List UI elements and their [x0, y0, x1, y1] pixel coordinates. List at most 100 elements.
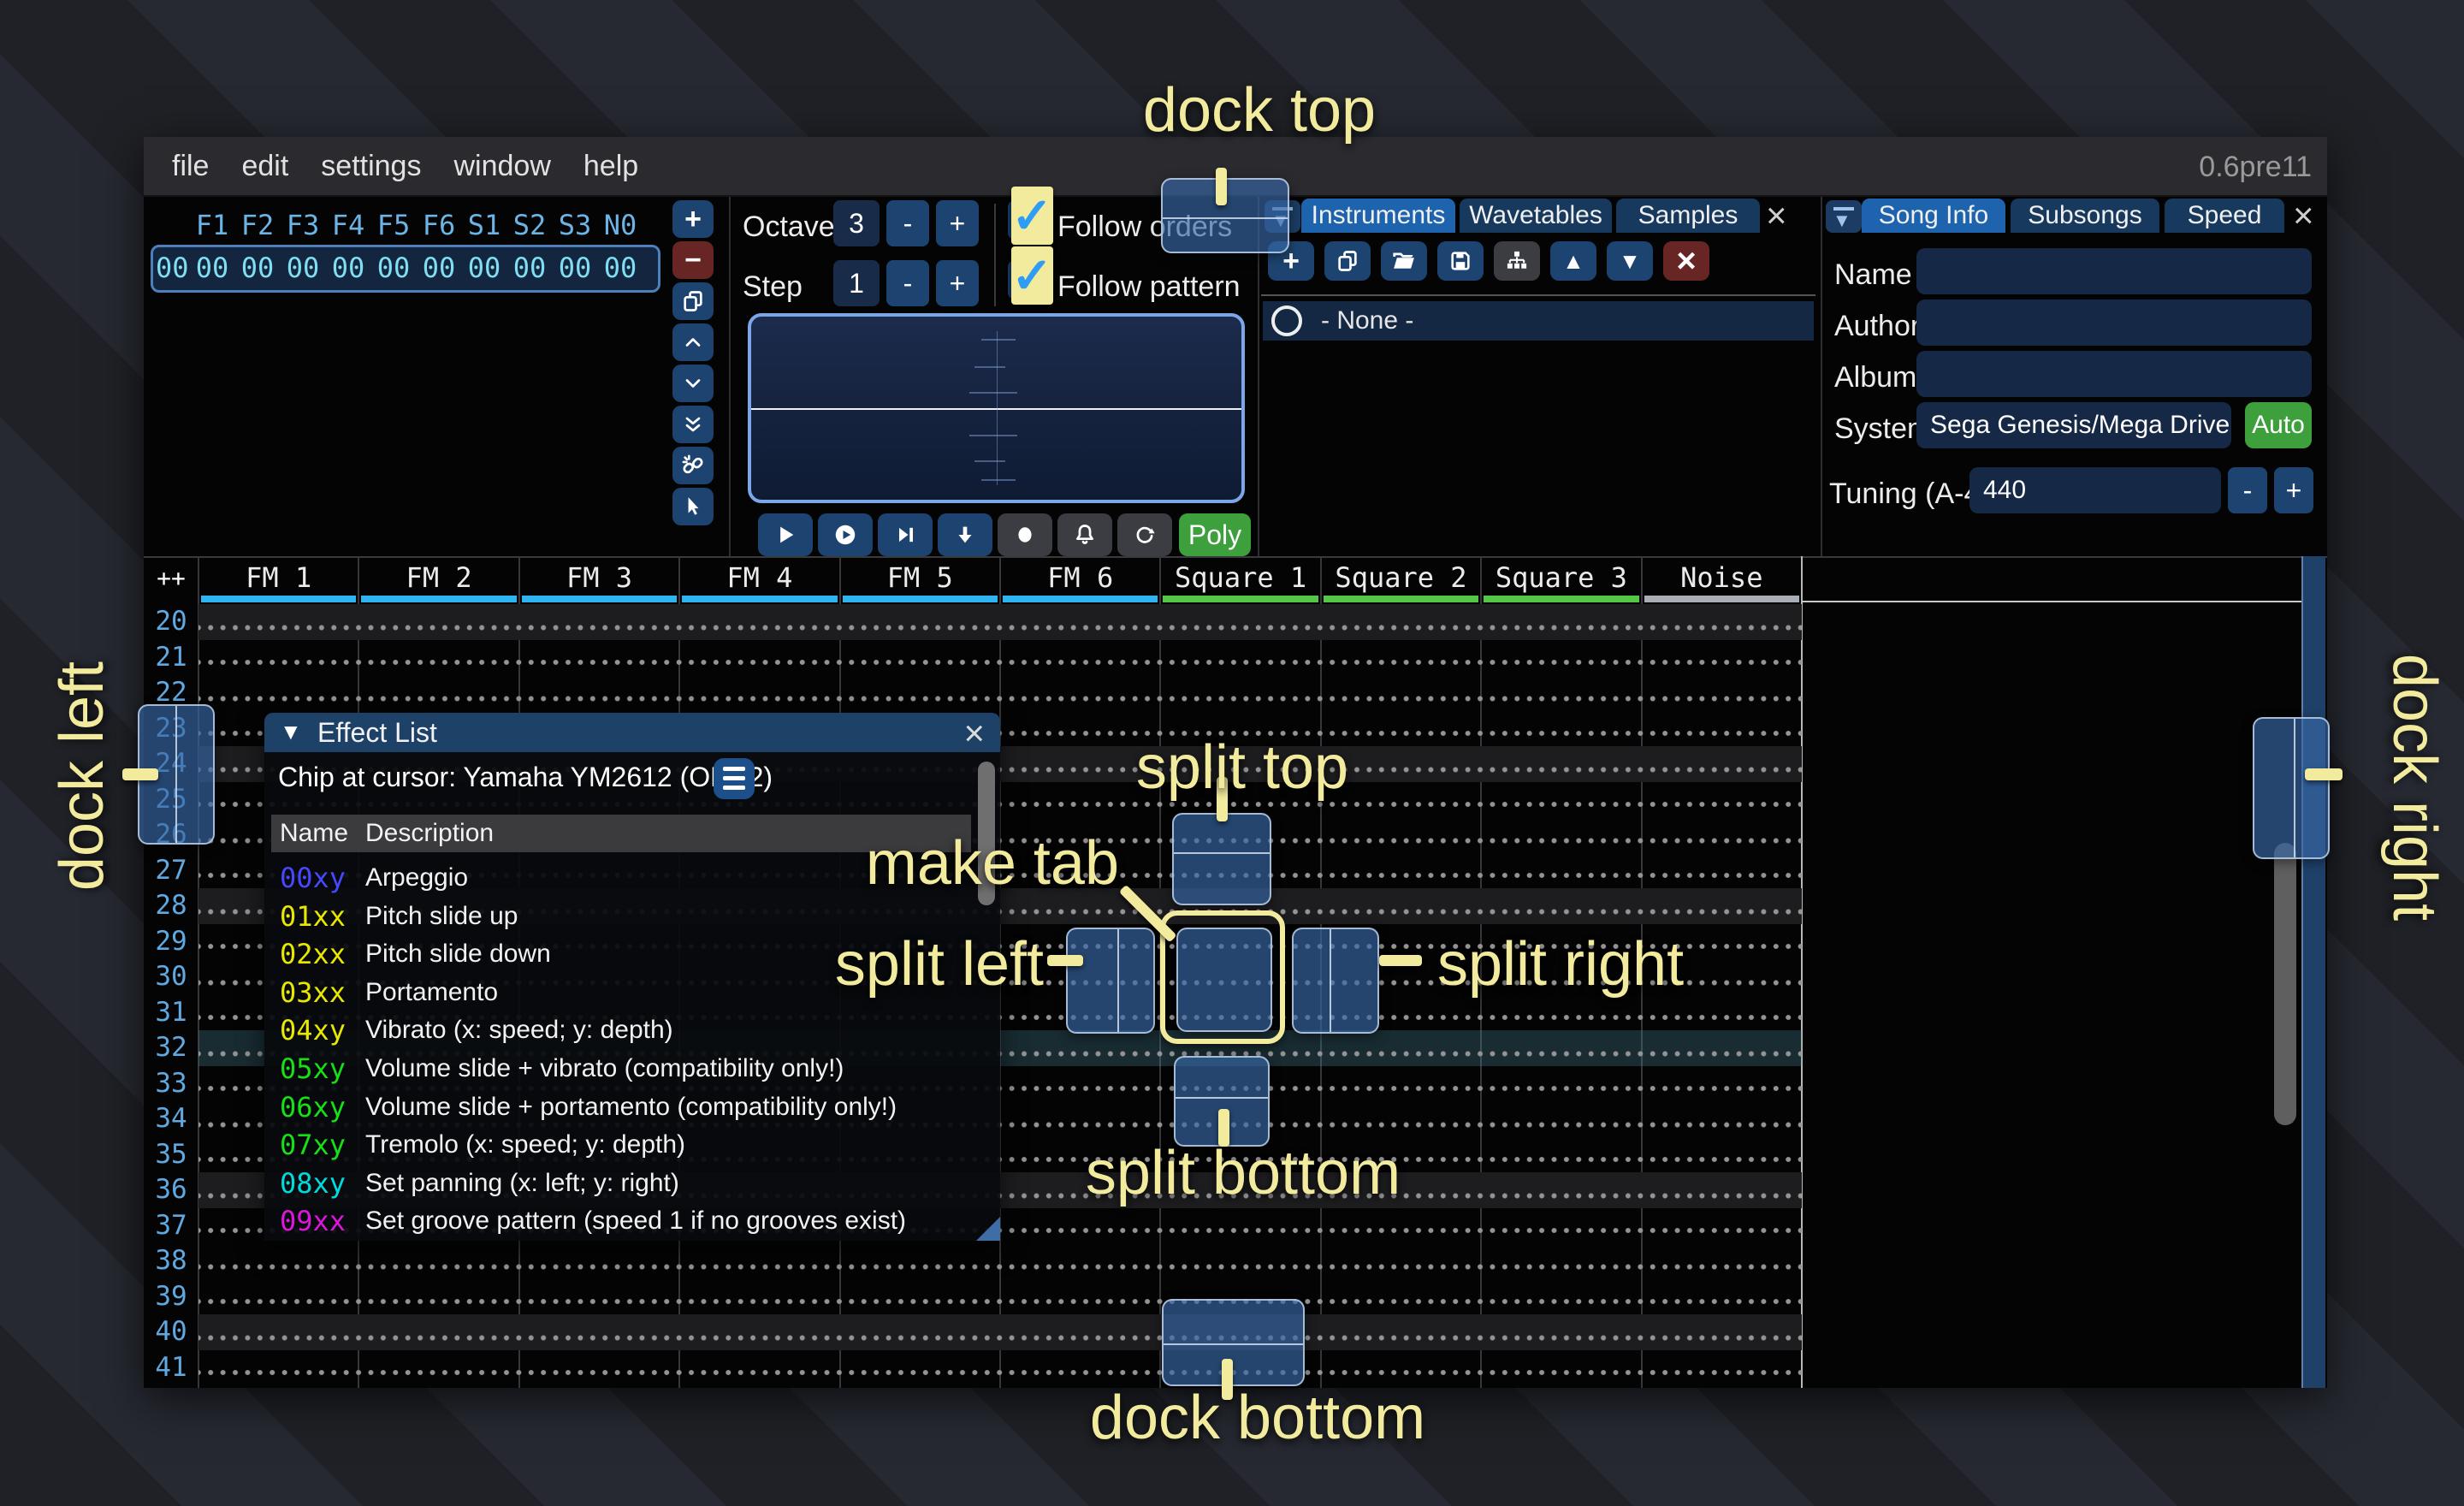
octave-minus-button[interactable]: -	[886, 200, 929, 246]
step-plus-button[interactable]: +	[936, 260, 979, 306]
step-one-row-button[interactable]	[938, 513, 992, 556]
empty-note-cells[interactable]	[198, 675, 1802, 711]
instrument-move-down-button[interactable]: ▼	[1607, 241, 1653, 281]
effect-row[interactable]: 04xyVibrato (x: speed; y: depth)	[271, 1011, 981, 1050]
menu-item-settings[interactable]: settings	[305, 150, 437, 183]
follow-pattern-checkbox[interactable]: ✓	[1008, 260, 1047, 299]
channel-header-fm-6[interactable]: FM 6	[1000, 556, 1160, 604]
pattern-row[interactable]: 39	[144, 1279, 1802, 1315]
tuning-plus-button[interactable]: +	[2274, 467, 2313, 513]
channel-header-fm-4[interactable]: FM 4	[679, 556, 839, 604]
empty-note-cells[interactable]	[198, 604, 1802, 640]
order-cell[interactable]: 00	[506, 252, 553, 284]
split-target-top[interactable]	[1172, 813, 1271, 905]
system-select[interactable]: Sega Genesis/Mega Drive	[1916, 402, 2231, 448]
order-remove-button[interactable]: −	[672, 241, 714, 279]
instrument-folders-button[interactable]	[1494, 241, 1540, 281]
channel-header-fm-2[interactable]: FM 2	[358, 556, 518, 604]
tuning-field[interactable]: 440	[1969, 467, 2221, 513]
channel-header-fm-1[interactable]: FM 1	[198, 556, 358, 604]
follow-pattern-label[interactable]: Follow pattern	[1057, 270, 1241, 304]
order-duplicate-button[interactable]	[672, 282, 714, 320]
album-field[interactable]	[1916, 351, 2312, 397]
empty-note-cells[interactable]	[198, 640, 1802, 676]
pattern-scrollbar[interactable]	[2274, 843, 2296, 1125]
pattern-row[interactable]: 40	[144, 1314, 1802, 1350]
menu-item-window[interactable]: window	[437, 150, 566, 183]
order-add-button[interactable]: +	[672, 200, 714, 238]
order-cell[interactable]: 00	[461, 252, 507, 284]
order-cell[interactable]: 00	[325, 252, 371, 284]
effect-list-menu-button[interactable]	[714, 758, 755, 799]
instrument-list-item[interactable]: - None -	[1263, 301, 1814, 341]
menu-item-file[interactable]: file	[156, 150, 225, 183]
menu-item-edit[interactable]: edit	[225, 150, 305, 183]
pattern-row[interactable]: 22	[144, 675, 1802, 711]
instruments-close-icon[interactable]: ×	[1766, 199, 1787, 233]
instrument-open-button[interactable]	[1381, 241, 1427, 281]
order-cell[interactable]: 00	[597, 252, 643, 284]
instrument-move-up-button[interactable]: ▲	[1550, 241, 1596, 281]
play-row-button[interactable]	[878, 513, 933, 556]
octave-plus-button[interactable]: +	[936, 200, 979, 246]
order-cell[interactable]: 00	[280, 252, 326, 284]
effect-list-titlebar[interactable]: ▼ Effect List ×	[264, 713, 1000, 752]
resize-grip[interactable]	[976, 1217, 1000, 1241]
channel-header-fm-3[interactable]: FM 3	[519, 556, 679, 604]
instrument-save-button[interactable]	[1437, 241, 1484, 281]
pattern-expand-button[interactable]: ++	[144, 560, 198, 604]
order-move-down-button[interactable]	[672, 365, 714, 402]
pattern-row[interactable]: 21	[144, 640, 1802, 676]
tab-samples[interactable]: Samples	[1616, 199, 1760, 233]
metronome-button[interactable]	[1057, 513, 1112, 556]
empty-note-cells[interactable]	[198, 1350, 1802, 1386]
channel-header-square-2[interactable]: Square 2	[1321, 556, 1481, 604]
tab-wavetables[interactable]: Wavetables	[1460, 199, 1612, 233]
effect-list-close-icon[interactable]: ×	[963, 713, 985, 754]
dock-target-right[interactable]	[2253, 717, 2330, 859]
effect-row[interactable]: 06xyVolume slide + portamento (compatibi…	[271, 1088, 981, 1127]
pattern-row[interactable]: 42	[144, 1385, 1802, 1388]
order-move-up-button[interactable]	[672, 323, 714, 361]
system-auto-button[interactable]: Auto	[2245, 402, 2312, 448]
songinfo-close-icon[interactable]: ×	[2293, 199, 2314, 233]
order-cell[interactable]: 00	[416, 252, 462, 284]
step-minus-button[interactable]: -	[886, 260, 929, 306]
songinfo-tab-list-button[interactable]: ▼	[1826, 200, 1862, 233]
split-target-right[interactable]	[1292, 928, 1379, 1034]
menu-item-help[interactable]: help	[567, 150, 654, 183]
effect-row[interactable]: 05xyVolume slide + vibrato (compatibilit…	[271, 1050, 981, 1088]
order-cell[interactable]: 00	[234, 252, 281, 284]
repeat-button[interactable]	[1117, 513, 1172, 556]
play-button[interactable]	[758, 513, 813, 556]
empty-note-cells[interactable]	[198, 1385, 1802, 1388]
order-move-bottom-button[interactable]	[672, 406, 714, 443]
order-selection-mode-button[interactable]	[672, 488, 714, 525]
empty-note-cells[interactable]	[198, 1279, 1802, 1315]
tab-subsongs[interactable]: Subsongs	[2011, 199, 2159, 233]
step-value[interactable]: 1	[833, 260, 880, 306]
channel-header-noise[interactable]: Noise	[1642, 556, 1802, 604]
tuning-minus-button[interactable]: -	[2228, 467, 2267, 513]
tab-speed[interactable]: Speed	[2165, 199, 2284, 233]
octave-value[interactable]: 3	[833, 200, 880, 246]
record-button[interactable]	[998, 513, 1052, 556]
collapse-triangle-icon[interactable]: ▼	[280, 719, 302, 745]
play-pattern-button[interactable]	[818, 513, 873, 556]
poly-toggle-button[interactable]: Poly	[1179, 513, 1251, 556]
tab-song-info[interactable]: Song Info	[1862, 199, 2005, 233]
order-cell[interactable]: 00	[552, 252, 598, 284]
pattern-row[interactable]: 38	[144, 1243, 1802, 1279]
empty-note-cells[interactable]	[198, 1314, 1802, 1350]
order-cell[interactable]: 00	[189, 252, 235, 284]
author-field[interactable]	[1916, 299, 2312, 346]
channel-header-square-3[interactable]: Square 3	[1481, 556, 1641, 604]
instrument-duplicate-button[interactable]	[1324, 241, 1371, 281]
channel-header-square-1[interactable]: Square 1	[1160, 556, 1320, 604]
pattern-row[interactable]: 41	[144, 1350, 1802, 1386]
order-unlink-button[interactable]	[672, 447, 714, 484]
channel-header-fm-5[interactable]: FM 5	[840, 556, 1000, 604]
tab-instruments[interactable]: Instruments	[1301, 199, 1455, 233]
dock-target-bottom[interactable]	[1162, 1299, 1305, 1386]
instrument-delete-button[interactable]: ×	[1663, 241, 1709, 281]
